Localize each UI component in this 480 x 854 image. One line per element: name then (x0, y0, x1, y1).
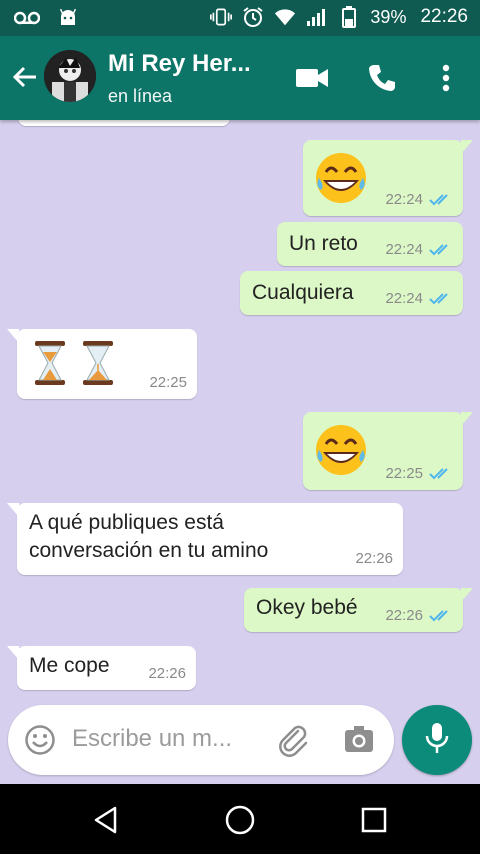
message-time: 22:24 (385, 191, 423, 208)
voicemail-icon (13, 11, 41, 30)
video-call-icon[interactable] (294, 60, 330, 96)
message-text: Okey bebé (256, 596, 358, 619)
message-bubble-outgoing[interactable]: 22:24 (303, 140, 473, 216)
home-nav-icon[interactable] (222, 802, 258, 838)
double-check-icon (429, 292, 448, 304)
message-text: Me cope (29, 654, 110, 677)
message-bubble-outgoing[interactable]: Un reto 22:24 (277, 222, 463, 266)
message-bubble-outgoing[interactable]: Okey bebé 22:26 (244, 588, 473, 632)
android-icon (58, 8, 78, 33)
clock: 22:26 (420, 6, 468, 27)
system-navigation-bar (0, 784, 480, 854)
message-bubble-outgoing[interactable]: 22:25 (303, 412, 473, 490)
message-bubble-incoming[interactable]: 22:25 (7, 329, 197, 399)
message-bubble-incoming[interactable]: A qué publiques está conversación en tu … (7, 503, 403, 575)
message-text-line: conversación en tu amino (29, 539, 269, 562)
laughing-emoji-icon (313, 422, 369, 484)
message-time: 22:24 (385, 290, 423, 307)
phone-call-icon[interactable] (364, 60, 400, 96)
message-bubble-partial (18, 120, 230, 126)
message-text: Cualquiera (252, 281, 354, 304)
battery-icon (338, 6, 360, 28)
message-time: 22:26 (385, 607, 423, 624)
avatar[interactable] (44, 50, 96, 102)
chat-header: Mi Rey Her... en línea (0, 36, 480, 120)
camera-icon[interactable] (343, 724, 375, 761)
message-text-line: A qué publiques está (29, 511, 224, 534)
recents-nav-icon[interactable] (356, 802, 392, 838)
emoji-picker-icon[interactable] (24, 724, 56, 761)
message-text: A qué publiques está conversación en tu … (29, 509, 268, 565)
message-time: 22:24 (385, 241, 423, 258)
message-time: 22:26 (148, 665, 186, 682)
laughing-emoji-icon (313, 150, 369, 212)
battery-percent: 39% (370, 6, 407, 27)
signal-icon (306, 6, 328, 28)
message-bubble-outgoing[interactable]: Cualquiera 22:24 (240, 271, 463, 315)
message-text: Un reto (289, 232, 358, 255)
vibrate-icon (210, 6, 233, 28)
voice-record-button[interactable] (402, 705, 472, 775)
double-check-icon (429, 243, 448, 255)
wifi-icon (274, 6, 296, 28)
more-options-icon[interactable] (428, 60, 464, 96)
hourglass-icon (31, 339, 121, 393)
double-check-icon (429, 193, 448, 205)
microphone-icon (424, 721, 450, 760)
back-nav-icon[interactable] (88, 802, 124, 838)
attach-icon[interactable] (276, 723, 310, 762)
double-check-icon (429, 467, 448, 479)
message-time: 22:25 (149, 374, 187, 391)
message-input[interactable]: Escribe un m... (72, 725, 232, 753)
alarm-icon (242, 6, 264, 28)
chat-area[interactable]: 22:24 Un reto 22:24 Cualquiera 22:24 22:… (0, 120, 480, 784)
contact-status: en línea (108, 86, 173, 106)
contact-name[interactable]: Mi Rey Her... (108, 50, 251, 78)
message-time: 22:25 (385, 465, 423, 482)
double-check-icon (429, 609, 448, 621)
back-arrow-icon[interactable] (10, 62, 40, 92)
message-composer: Escribe un m... (8, 705, 394, 775)
message-time: 22:26 (355, 550, 393, 567)
message-bubble-incoming[interactable]: Me cope 22:26 (7, 646, 196, 690)
status-bar: 39% 22:26 (0, 0, 480, 36)
